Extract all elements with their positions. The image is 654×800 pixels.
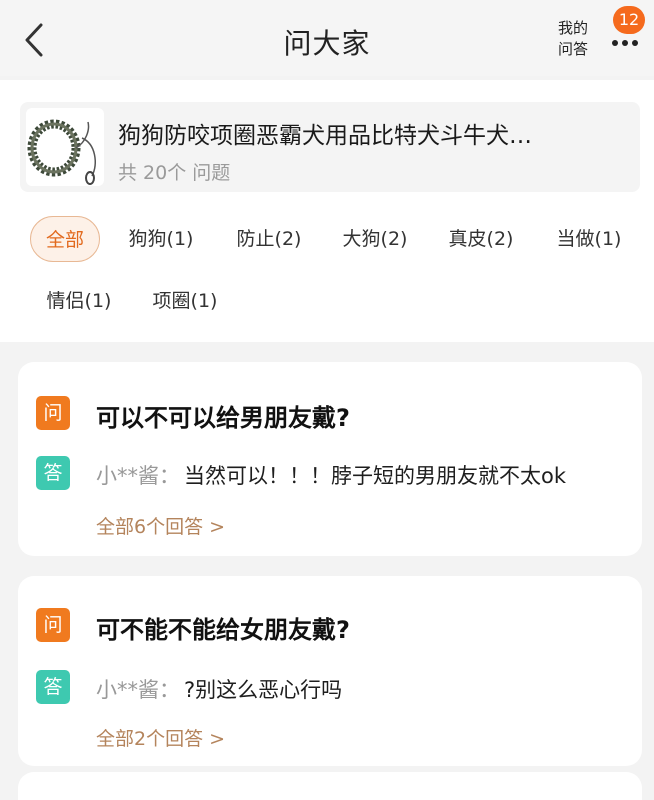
tag-prevent[interactable]: 防止(2) (226, 216, 312, 262)
view-all-answers-link[interactable]: 全部6个回答 > (96, 512, 225, 539)
dog-collar-image (27, 119, 96, 185)
top-nav-bar: 问大家 我的 问答 12 (0, 0, 654, 76)
qa-card[interactable]: 问 可不能不能给女朋友戴? 答 小**酱： ?别这么恶心行吗 全部2个回答 > (18, 576, 642, 766)
tag-dogs[interactable]: 狗狗(1) (118, 216, 204, 262)
product-thumbnail (26, 108, 104, 186)
answer-username: 小**酱： (96, 678, 180, 702)
question-count: 共 20个 问题 (118, 162, 231, 184)
product-title: 狗狗防咬项圈恶霸犬用品比特犬斗牛犬… (118, 123, 532, 149)
tag-collar[interactable]: 项圈(1) (142, 278, 228, 324)
question-text: 可以不可以给男朋友戴? (96, 404, 350, 432)
tag-couple[interactable]: 情侣(1) (36, 278, 122, 324)
my-qa-label-line2: 问答 (557, 40, 588, 58)
tag-all[interactable]: 全部 (30, 216, 100, 262)
product-section: 狗狗防咬项圈恶霸犬用品比特犬斗牛犬… 共 20个 问题 全部 狗狗(1) 防止(… (0, 80, 654, 342)
answer-text: 当然可以！！！脖子短的男朋友就不太ok (184, 464, 567, 488)
question-text: 可不能不能给女朋友戴? (96, 616, 350, 644)
more-dots-icon (612, 40, 638, 46)
answer-icon: 答 (36, 456, 70, 490)
question-icon: 问 (36, 608, 70, 642)
next-qa-card-partial (18, 772, 642, 800)
answer-text: ?别这么恶心行吗 (184, 678, 343, 702)
my-qa-label-line1: 我的 (557, 19, 588, 37)
more-menu-button[interactable]: 12 (604, 6, 646, 56)
product-card[interactable]: 狗狗防咬项圈恶霸犬用品比特犬斗牛犬… 共 20个 问题 (20, 102, 640, 192)
qa-card[interactable]: 问 可以不可以给男朋友戴? 答 小**酱： 当然可以！！！脖子短的男朋友就不太o… (18, 362, 642, 556)
notification-badge: 12 (613, 6, 645, 34)
tag-use-as[interactable]: 当做(1) (546, 216, 632, 262)
question-icon: 问 (36, 396, 70, 430)
tag-leather[interactable]: 真皮(2) (438, 216, 524, 262)
view-all-answers-link[interactable]: 全部2个回答 > (96, 724, 225, 751)
answer-username: 小**酱： (96, 464, 180, 488)
answer-icon: 答 (36, 670, 70, 704)
my-qa-button[interactable]: 我的 问答 (553, 18, 593, 60)
tag-big-dog[interactable]: 大狗(2) (332, 216, 418, 262)
